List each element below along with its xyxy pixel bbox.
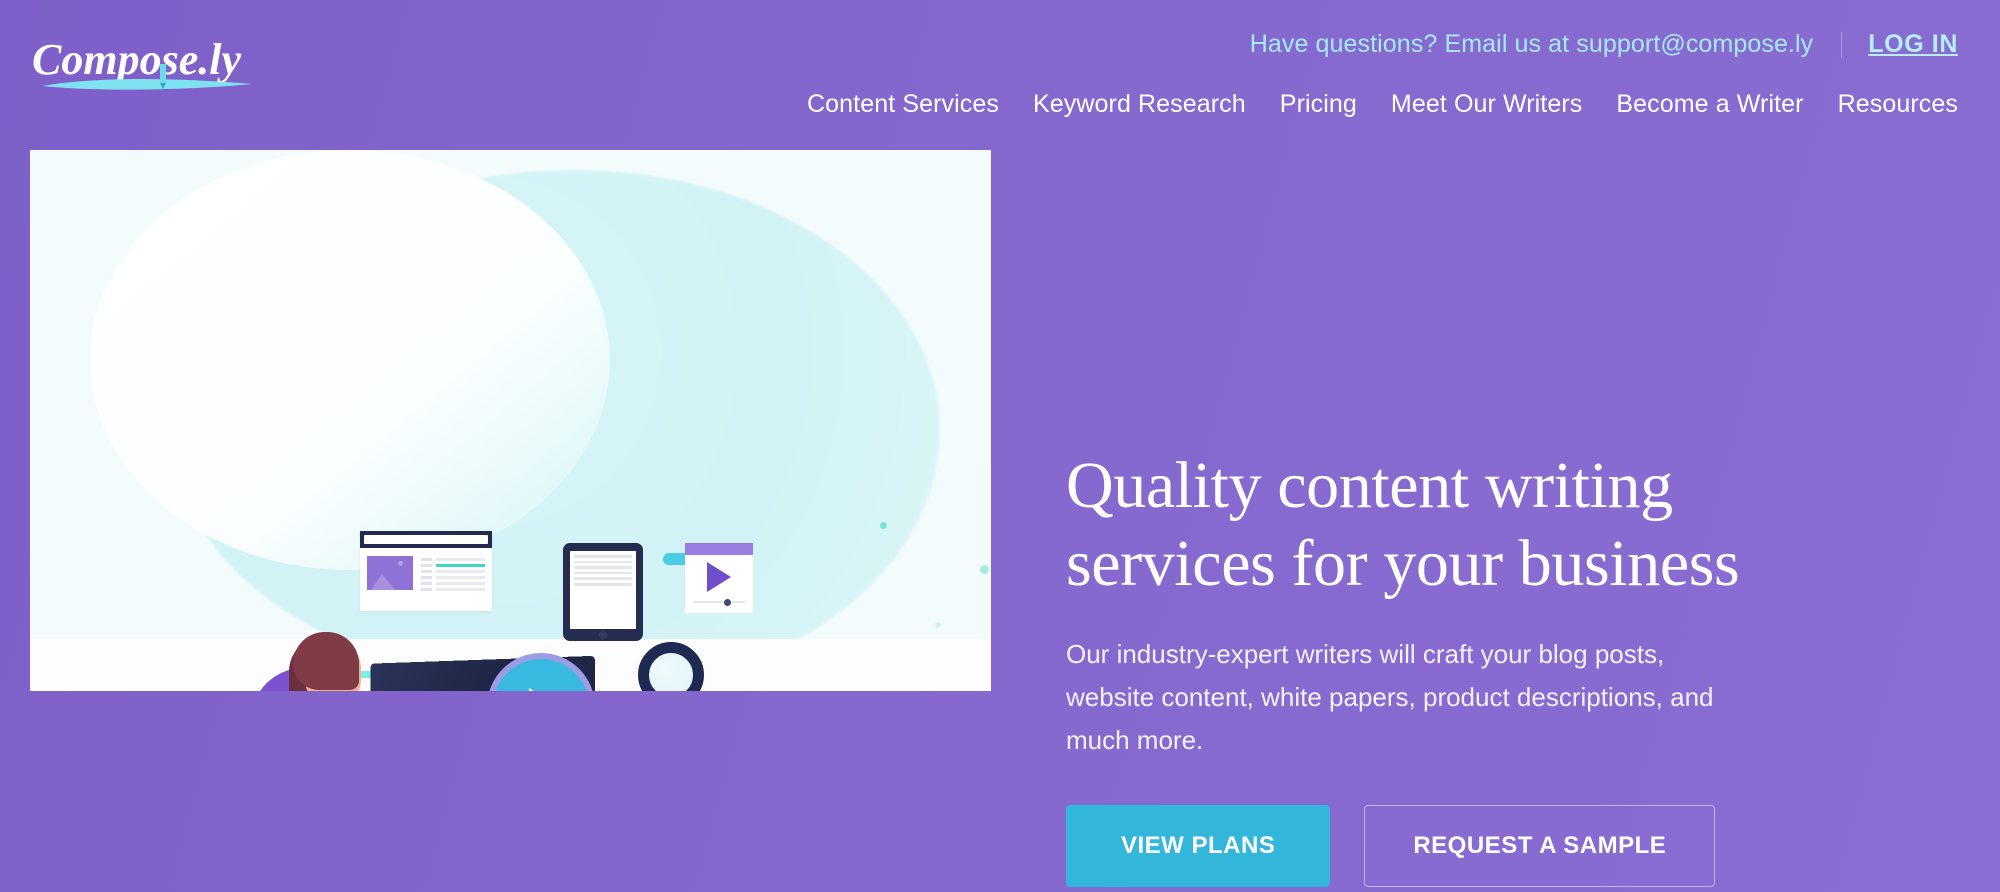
sun-icon — [398, 561, 403, 566]
primary-navigation: Content Services Keyword Research Pricin… — [790, 90, 1958, 119]
nav-item-keyword-research[interactable]: Keyword Research — [1016, 90, 1263, 119]
request-a-sample-button[interactable]: REQUEST A SAMPLE — [1364, 805, 1716, 887]
nav-item-pricing[interactable]: Pricing — [1263, 90, 1374, 119]
browser-dot-icon — [364, 537, 369, 542]
utility-bar: Have questions? Email us at support@comp… — [1250, 30, 1958, 59]
composely-logo[interactable]: Compose.ly — [30, 28, 300, 100]
decorative-dot — [935, 622, 941, 628]
woman-working-illustration — [205, 630, 535, 691]
background-highlight — [90, 150, 610, 570]
utility-divider — [1841, 31, 1843, 58]
svg-text:Compose.ly: Compose.ly — [32, 35, 241, 84]
play-triangle-icon — [529, 688, 559, 691]
browser-title-bar — [360, 531, 492, 548]
video-progress-bar — [693, 601, 745, 603]
video-progress-knob-icon — [724, 599, 732, 606]
video-player-header — [685, 543, 753, 555]
nav-item-content-services[interactable]: Content Services — [790, 90, 1016, 119]
hero-copy: Quality content writing services for you… — [1066, 150, 1866, 887]
browser-window-illustration — [360, 531, 492, 611]
login-link[interactable]: LOG IN — [1868, 30, 1958, 59]
image-placeholder-icon — [367, 556, 413, 590]
magnifying-glass-icon — [638, 642, 704, 691]
video-player-illustration — [685, 543, 753, 613]
tablet-device-illustration — [563, 543, 719, 641]
hero-section: Quality content writing services for you… — [0, 150, 2000, 887]
composely-script-logo-icon: Compose.ly — [32, 35, 252, 90]
browser-content — [360, 548, 492, 599]
hero-cta-row: VIEW PLANS REQUEST A SAMPLE — [1066, 805, 1866, 887]
hair-front — [293, 632, 359, 690]
support-email-text: Have questions? Email us at support@comp… — [1249, 30, 1814, 58]
hero-subtitle: Our industry-expert writers will craft y… — [1066, 639, 1714, 755]
page-title: Quality content writing services for you… — [1066, 449, 1740, 600]
nav-item-resources[interactable]: Resources — [1821, 90, 1958, 119]
site-header: Compose.ly Have questions? Email us at s… — [0, 0, 2000, 150]
view-plans-button[interactable]: VIEW PLANS — [1066, 805, 1331, 887]
decorative-dot — [880, 522, 887, 529]
nav-item-become-a-writer[interactable]: Become a Writer — [1599, 90, 1820, 119]
nav-item-meet-our-writers[interactable]: Meet Our Writers — [1374, 90, 1599, 119]
browser-address-bar — [364, 535, 488, 544]
tablet-home-button-icon — [597, 629, 609, 641]
hero-video-card[interactable] — [30, 150, 991, 691]
decorative-dot — [980, 565, 989, 574]
tablet-screen — [570, 551, 719, 629]
text-lines — [421, 556, 485, 591]
play-triangle-icon — [707, 562, 731, 592]
